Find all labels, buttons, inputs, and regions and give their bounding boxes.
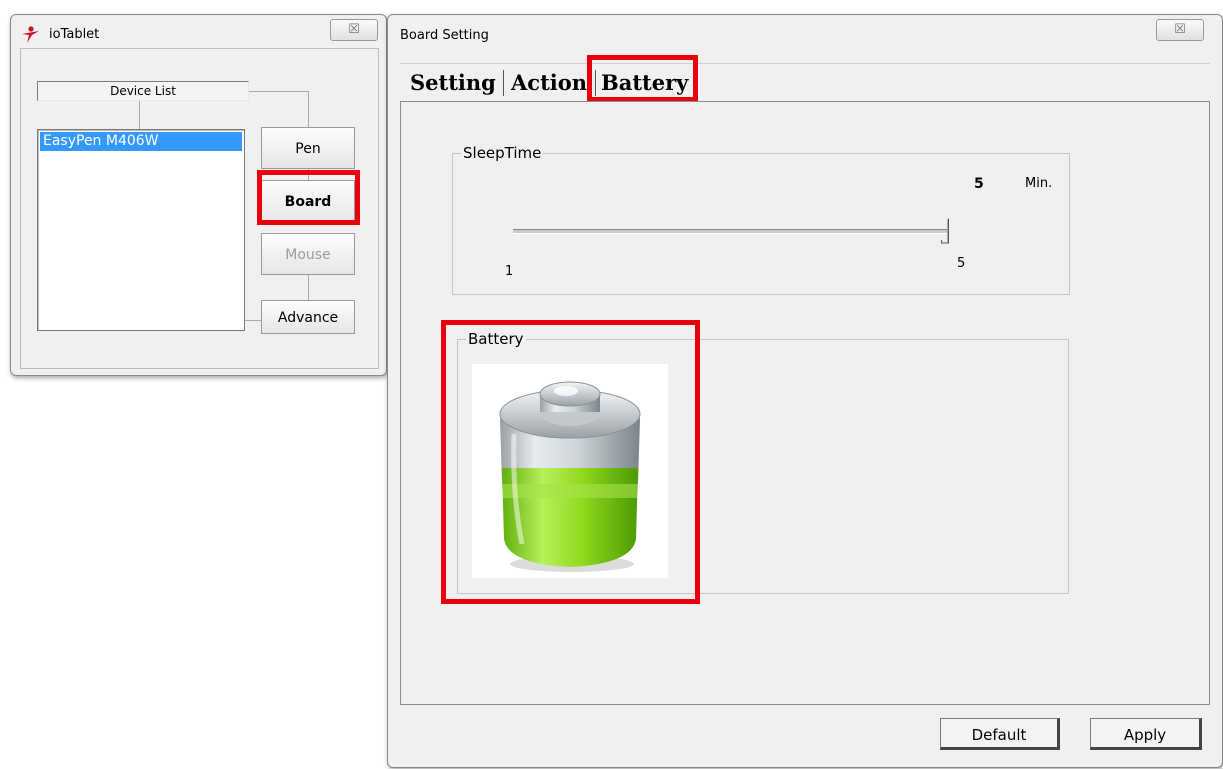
sleeptime-slider-track[interactable] (513, 229, 947, 234)
device-list-header: Device List (37, 81, 249, 101)
pen-button[interactable]: Pen (261, 127, 355, 169)
iotablet-title-bar[interactable]: ioTablet ☒ (11, 15, 386, 49)
connector-line (139, 100, 140, 130)
default-button[interactable]: Default (940, 718, 1060, 750)
sleeptime-value: 5 (974, 176, 984, 192)
device-listbox[interactable]: EasyPen M406W (37, 129, 245, 331)
close-icon: ☒ (348, 22, 360, 37)
tab-content-panel: SleepTime 5 Min. 1 5 Battery (400, 101, 1210, 705)
sleeptime-max-label: 5 (957, 256, 966, 271)
tab-separator (503, 70, 504, 96)
dialog-footer: Default Apply (400, 703, 1210, 758)
board-setting-title: Board Setting (400, 28, 489, 43)
sleeptime-slider-thumb[interactable] (941, 218, 949, 244)
app-logo-icon (22, 26, 39, 43)
connector-line (247, 91, 309, 92)
connector-line (308, 275, 309, 301)
sleeptime-unit: Min. (1025, 176, 1053, 191)
sleeptime-group: SleepTime 5 Min. 1 5 (452, 144, 1070, 295)
battery-highlight-box (441, 320, 700, 604)
connector-line (243, 320, 261, 321)
iotablet-title: ioTablet (49, 27, 100, 42)
iotablet-close-button[interactable]: ☒ (330, 19, 378, 41)
board-setting-title-bar[interactable]: Board Setting ☒ (388, 15, 1222, 49)
board-highlight-box (257, 170, 360, 225)
close-icon: ☒ (1174, 22, 1186, 37)
board-setting-close-button[interactable]: ☒ (1156, 19, 1204, 41)
device-list-item[interactable]: EasyPen M406W (40, 132, 242, 151)
mouse-button: Mouse (261, 233, 355, 275)
apply-button[interactable]: Apply (1090, 718, 1202, 750)
board-setting-window: Board Setting ☒ Setting Action Battery S… (387, 14, 1223, 768)
iotablet-window: ioTablet ☒ Device List EasyPen M406W Pen… (10, 14, 387, 376)
advance-button[interactable]: Advance (261, 300, 355, 334)
sleeptime-label: SleepTime (461, 144, 544, 162)
tab-action[interactable]: Action (511, 64, 587, 102)
tab-strip: Setting Action Battery (400, 63, 1210, 102)
connector-line (308, 91, 309, 127)
battery-tab-highlight-box (587, 55, 698, 102)
tab-setting[interactable]: Setting (410, 64, 496, 102)
sleeptime-min-label: 1 (505, 264, 514, 279)
